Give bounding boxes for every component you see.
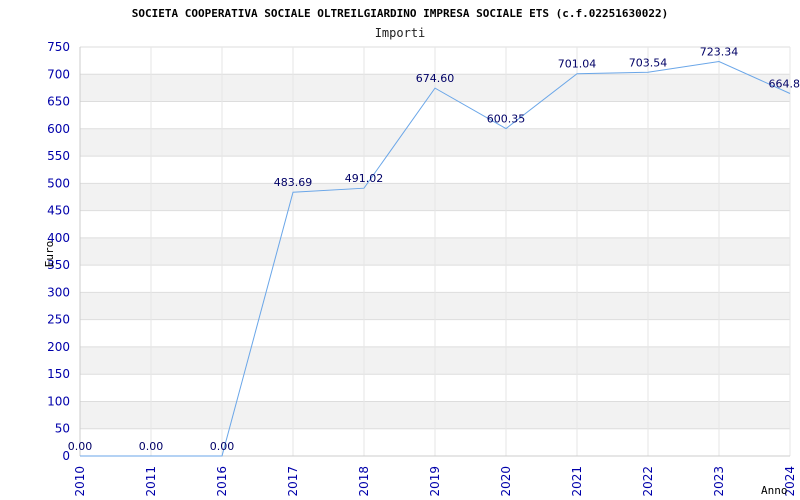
x-tick-label: 2020 (499, 466, 513, 497)
y-tick-label: 550 (47, 149, 70, 163)
x-axis-ticks: 2010 2011 2016 2017 2018 2019 2020 2021 2022 2023… (73, 466, 797, 497)
data-label: 0.00 (139, 440, 164, 453)
x-axis-label: Anno (761, 484, 788, 497)
x-tick-label: 2018 (357, 466, 371, 497)
data-label: 664.8 (769, 77, 800, 90)
x-tick-label: 2021 (570, 466, 584, 497)
y-tick-label: 250 (47, 313, 70, 327)
y-axis-label: Euro (43, 241, 56, 268)
x-tick-label: 2022 (641, 466, 655, 497)
y-tick-label: 50 (55, 422, 70, 436)
y-tick-label: 100 (47, 394, 70, 408)
x-tick-label: 2011 (144, 466, 158, 497)
x-tick-label: 2019 (428, 466, 442, 497)
y-tick-label: 300 (47, 285, 70, 299)
line-chart: SOCIETA COOPERATIVA SOCIALE OLTREILGIARD… (43, 7, 800, 497)
data-label: 491.02 (345, 172, 384, 185)
x-tick-label: 2010 (73, 466, 87, 497)
x-tick-label: 2016 (215, 466, 229, 497)
chart-title: SOCIETA COOPERATIVA SOCIALE OLTREILGIARD… (132, 7, 668, 20)
y-tick-label: 500 (47, 176, 70, 190)
y-tick-label: 200 (47, 340, 70, 354)
data-label: 0.00 (210, 440, 235, 453)
y-tick-label: 450 (47, 204, 70, 218)
x-tick-label: 2017 (286, 466, 300, 497)
y-tick-label: 700 (47, 67, 70, 81)
y-tick-label: 600 (47, 122, 70, 136)
chart-subtitle: Importi (375, 26, 426, 40)
data-label: 674.60 (416, 72, 455, 85)
data-label: 701.04 (558, 58, 597, 71)
x-tick-label: 2023 (712, 466, 726, 497)
data-label: 483.69 (274, 176, 313, 189)
data-label: 723.34 (700, 46, 739, 59)
data-label: 703.54 (629, 56, 668, 69)
data-label: 0.00 (68, 440, 93, 453)
y-tick-label: 650 (47, 95, 70, 109)
y-tick-label: 750 (47, 40, 70, 54)
y-tick-label: 150 (47, 367, 70, 381)
data-label: 600.35 (487, 113, 526, 126)
